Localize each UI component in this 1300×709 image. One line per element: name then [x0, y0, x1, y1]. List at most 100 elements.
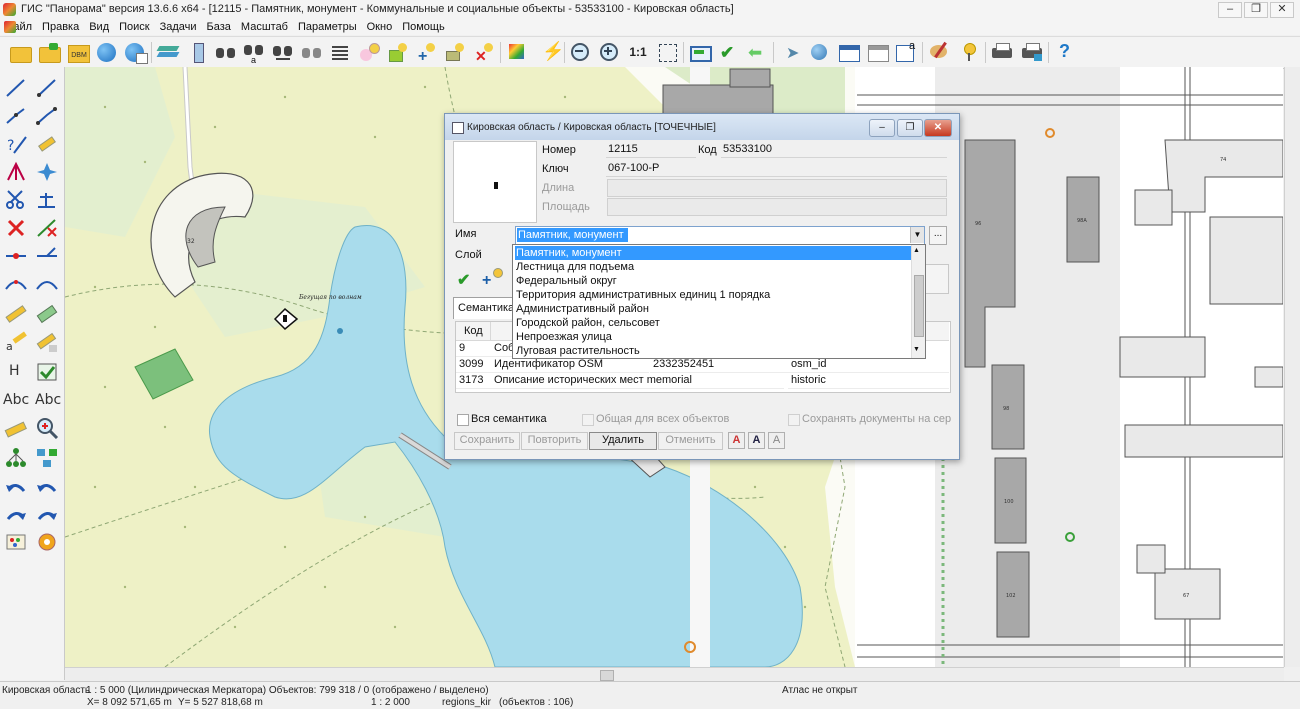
- repeat-button[interactable]: Повторить: [521, 432, 588, 450]
- font-bold-button[interactable]: A: [748, 432, 765, 449]
- menu-scale[interactable]: Масштаб: [236, 19, 293, 35]
- menu-database[interactable]: База: [202, 19, 236, 35]
- dropdown-item[interactable]: Городской район, сельсовет: [515, 316, 911, 330]
- menu-tasks[interactable]: Задачи: [155, 19, 202, 35]
- palette-icon[interactable]: [4, 531, 28, 553]
- undo-icon[interactable]: [35, 475, 59, 497]
- curve-icon[interactable]: [4, 273, 28, 295]
- save-button[interactable]: Сохранить: [454, 432, 520, 450]
- star-icon[interactable]: [35, 161, 59, 183]
- abc-label[interactable]: Abc: [3, 392, 29, 408]
- scroll-thumb[interactable]: [600, 670, 614, 681]
- column-header-code[interactable]: Код: [456, 322, 491, 341]
- vertex-icon[interactable]: [4, 161, 28, 183]
- binoculars-icon[interactable]: [300, 41, 324, 63]
- help-line-icon[interactable]: ?: [4, 133, 28, 155]
- save-docs-checkbox[interactable]: [788, 414, 800, 426]
- delete-icon[interactable]: [4, 217, 28, 239]
- layer-button[interactable]: [925, 264, 949, 294]
- browse-button[interactable]: ...: [929, 226, 947, 245]
- dialog-maximize-button[interactable]: ❐: [897, 119, 923, 137]
- menu-edit[interactable]: Правка: [37, 19, 84, 35]
- apply-check-icon[interactable]: ✔: [457, 270, 470, 290]
- name-combobox[interactable]: Памятник, монумент: [515, 226, 925, 245]
- select-object-icon[interactable]: [386, 41, 410, 63]
- dropdown-item[interactable]: Территория административных единиц 1 пор…: [515, 288, 911, 302]
- text-marker-icon[interactable]: a: [4, 331, 28, 353]
- list-icon[interactable]: [328, 41, 352, 63]
- settings-gear-icon[interactable]: [35, 531, 59, 553]
- table-cell-key[interactable]: historic: [788, 373, 949, 389]
- table-cell-name[interactable]: Описание исторических мест memorial: [491, 373, 784, 389]
- zoom-out-icon[interactable]: [569, 41, 593, 63]
- table-cell-key[interactable]: osm_id: [788, 357, 949, 373]
- pin-icon[interactable]: [957, 41, 981, 63]
- table-cell-code[interactable]: 3173: [456, 373, 491, 389]
- scroll-down-icon[interactable]: ▼: [913, 346, 920, 353]
- printer-icon[interactable]: [1020, 41, 1044, 63]
- redo-icon[interactable]: [35, 503, 59, 525]
- horizontal-scrollbar[interactable]: [65, 667, 1284, 682]
- window-icon[interactable]: [837, 41, 861, 63]
- all-semantics-checkbox[interactable]: [457, 414, 469, 426]
- dbm-icon[interactable]: DBM: [66, 41, 90, 63]
- name-dropdown-list[interactable]: Памятник, монумент Лестница для подъема …: [512, 244, 926, 359]
- dropdown-item[interactable]: Непроезжая улица: [515, 330, 911, 344]
- pencil-icon[interactable]: [35, 331, 59, 353]
- network-icon[interactable]: [35, 447, 59, 469]
- paint-icon[interactable]: [927, 41, 951, 63]
- add-point-icon[interactable]: +: [479, 266, 505, 290]
- fit-frame-icon[interactable]: [656, 41, 680, 63]
- zoom-select-icon[interactable]: [35, 417, 59, 440]
- redo-icon[interactable]: [4, 503, 28, 525]
- dialog-close-button[interactable]: ✕: [924, 119, 952, 137]
- check-icon[interactable]: ✔: [716, 41, 740, 63]
- binoculars-text-icon[interactable]: a: [242, 41, 266, 65]
- open-folder-icon[interactable]: [8, 41, 32, 63]
- arrow-left-icon[interactable]: ⬅: [745, 41, 769, 63]
- delete-object-icon[interactable]: ✕: [472, 41, 496, 64]
- dialog-minimize-button[interactable]: –: [869, 119, 895, 137]
- layers-icon[interactable]: [156, 41, 180, 63]
- table-cell-code[interactable]: 3099: [456, 357, 491, 373]
- cancel-button[interactable]: Отменить: [658, 432, 723, 450]
- scissors-icon[interactable]: [4, 189, 28, 211]
- lightning-icon[interactable]: ⚡: [536, 41, 564, 63]
- select-object-icon[interactable]: [357, 41, 381, 63]
- menu-window[interactable]: Окно: [362, 19, 398, 35]
- undo-icon[interactable]: [4, 475, 28, 497]
- marker-icon[interactable]: [4, 419, 28, 441]
- globe-pointer-icon[interactable]: [808, 41, 832, 63]
- branch-icon[interactable]: [35, 245, 59, 267]
- window-icon[interactable]: [866, 41, 890, 63]
- edit-line-icon[interactable]: [35, 105, 59, 127]
- menu-parameters[interactable]: Параметры: [293, 19, 362, 35]
- point-line-icon[interactable]: [4, 245, 28, 267]
- menu-search[interactable]: Поиск: [114, 19, 154, 35]
- dialog-title-bar[interactable]: Кировская область / Кировская область [Т…: [445, 114, 959, 140]
- frame-icon[interactable]: [688, 41, 712, 63]
- pointer-icon[interactable]: ➤: [779, 41, 803, 63]
- vertical-scrollbar[interactable]: [1284, 67, 1300, 667]
- font-style-button[interactable]: A: [768, 432, 785, 449]
- dropdown-item[interactable]: Федеральный округ: [515, 274, 911, 288]
- globe-icon[interactable]: [123, 41, 148, 64]
- dropdown-scrollbar[interactable]: ▲ ▼: [911, 245, 925, 358]
- add-object-icon[interactable]: +: [414, 41, 438, 65]
- h-label[interactable]: H: [9, 363, 20, 379]
- maximize-button[interactable]: ❐: [1244, 2, 1268, 18]
- menu-help[interactable]: Помощь: [397, 19, 450, 35]
- zoom-in-icon[interactable]: [598, 41, 622, 63]
- measure-icon[interactable]: [186, 41, 210, 63]
- tree-icon[interactable]: [4, 447, 28, 469]
- dropdown-item[interactable]: Лестница для подъема: [515, 260, 911, 274]
- table-cell-code[interactable]: 9: [456, 341, 491, 357]
- binoculars-icon[interactable]: [214, 41, 238, 63]
- table-cell-name[interactable]: Идентификатор OSM: [491, 357, 649, 373]
- move-object-icon[interactable]: [35, 361, 59, 383]
- ruler-icon[interactable]: [4, 303, 28, 325]
- tab-semantics[interactable]: Семантика: [453, 297, 519, 319]
- table-cell-value[interactable]: 2332352451: [650, 357, 788, 373]
- name-combobox-value[interactable]: Памятник, монумент: [517, 228, 628, 242]
- cube-icon[interactable]: [505, 41, 529, 63]
